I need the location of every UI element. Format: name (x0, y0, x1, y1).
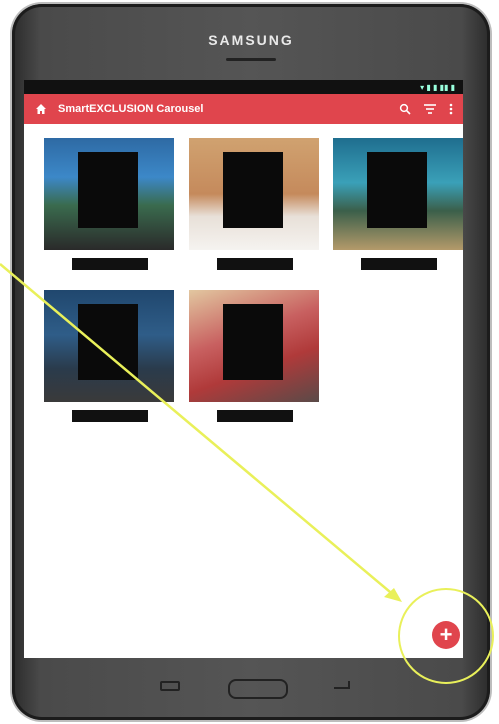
hardware-home-button[interactable] (228, 679, 288, 699)
plus-icon: + (439, 622, 453, 647)
recent-apps-button[interactable] (160, 681, 180, 691)
add-button[interactable]: + (432, 621, 460, 649)
back-button[interactable] (334, 681, 350, 689)
